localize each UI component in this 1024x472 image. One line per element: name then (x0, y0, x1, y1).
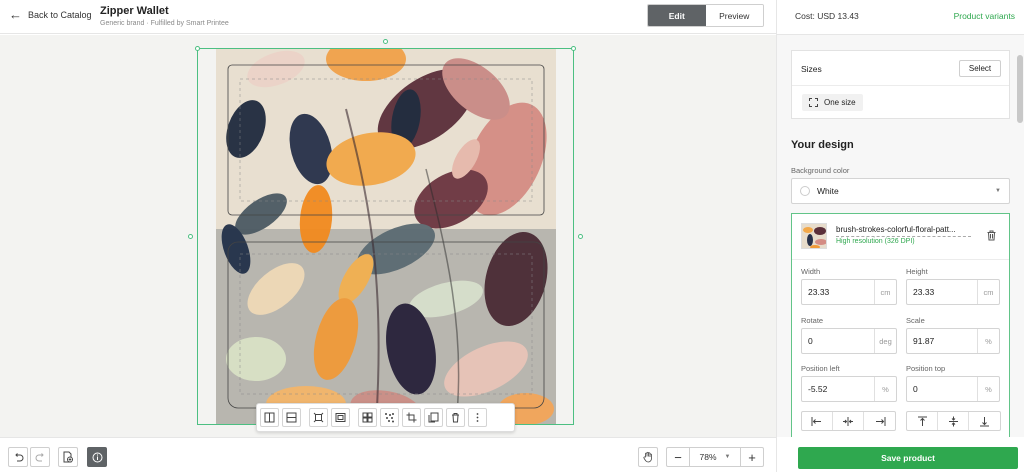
chevron-down-icon: ▼ (995, 188, 1001, 194)
crop-icon[interactable] (402, 408, 421, 427)
height-field[interactable]: 23.33 cm (906, 279, 1000, 305)
back-to-catalog-link[interactable]: ← Back to Catalog (9, 7, 92, 22)
zoom-control: − 78% ▼ + (666, 447, 764, 467)
product-variants-link[interactable]: Product variants (954, 11, 1015, 21)
width-field[interactable]: 23.33 cm (801, 279, 897, 305)
scale-unit: % (977, 329, 999, 353)
layer-file-name[interactable]: brush-strokes-colorful-floral-patt... (836, 225, 956, 234)
expand-icon (809, 98, 818, 107)
position-left-value: -5.52 (808, 384, 828, 394)
background-color-value: White (817, 186, 839, 196)
tab-edit[interactable]: Edit (648, 5, 706, 26)
chevron-down-icon: ▼ (724, 454, 731, 460)
sizes-label: Sizes (801, 64, 822, 74)
sizes-section: Sizes Select One size (791, 50, 1010, 119)
file-name-underline (836, 236, 971, 237)
settings-panel: Cost: USD 13.43 Product variants Sizes S… (776, 0, 1024, 472)
layer-thumbnail (801, 223, 827, 249)
fit-frame-icon[interactable] (331, 408, 350, 427)
scale-field[interactable]: 91.87 % (906, 328, 1000, 354)
rotate-handle[interactable] (383, 39, 388, 44)
size-chip-label: One size (824, 98, 856, 107)
horizontal-align-group (801, 411, 896, 431)
design-canvas[interactable] (0, 35, 776, 437)
fit-width-icon[interactable] (309, 408, 328, 427)
split-horizontal-icon[interactable] (282, 408, 301, 427)
position-top-field[interactable]: 0 % (906, 376, 1000, 402)
layer-card: brush-strokes-colorful-floral-patt... Hi… (791, 213, 1010, 437)
print-area[interactable] (216, 49, 556, 425)
floral-pattern-artwork (216, 49, 556, 425)
position-top-label: Position top (906, 364, 946, 373)
width-label: Width (801, 267, 821, 276)
scale-label: Scale (906, 316, 925, 325)
height-value: 23.33 (913, 287, 935, 297)
resize-handle-top-left[interactable] (195, 46, 200, 51)
rotate-field[interactable]: 0 deg (801, 328, 897, 354)
align-center-horizontal-icon[interactable] (833, 412, 864, 430)
zoom-out-button[interactable]: − (667, 448, 689, 466)
align-right-icon[interactable] (864, 412, 895, 430)
redo-icon[interactable] (30, 447, 50, 467)
resize-handle-right[interactable] (578, 234, 583, 239)
your-design-title: Your design (791, 139, 854, 151)
arrow-left-icon: ← (9, 7, 22, 22)
zoom-in-button[interactable]: + (741, 448, 763, 466)
position-left-unit: % (874, 377, 896, 401)
tab-preview[interactable]: Preview (705, 5, 763, 26)
more-icon[interactable] (468, 408, 487, 427)
position-left-field[interactable]: -5.52 % (801, 376, 897, 402)
resolution-badge: High resolution (326 DPI) (836, 238, 915, 245)
zoom-value: 78% (699, 452, 717, 462)
align-center-vertical-icon[interactable] (938, 412, 969, 430)
align-left-icon[interactable] (802, 412, 833, 430)
product-subtitle: Generic brand · Fulfilled by Smart Print… (100, 20, 229, 27)
divider (792, 259, 1009, 260)
color-swatch (800, 186, 810, 196)
resize-handle-left[interactable] (188, 234, 193, 239)
delete-icon[interactable] (446, 408, 465, 427)
scrollbar-thumb[interactable] (1017, 55, 1023, 123)
rotate-unit: deg (874, 329, 896, 353)
position-top-value: 0 (913, 384, 918, 394)
scatter-icon[interactable] (380, 408, 399, 427)
select-sizes-button[interactable]: Select (959, 60, 1001, 77)
info-icon[interactable] (87, 447, 107, 467)
delete-layer-icon[interactable] (986, 230, 997, 244)
save-product-button[interactable]: Save product (798, 447, 1018, 469)
height-unit: cm (977, 280, 999, 304)
rotate-value: 0 (808, 336, 813, 346)
divider (792, 85, 1009, 86)
undo-icon[interactable] (8, 447, 28, 467)
background-color-label: Background color (791, 166, 850, 175)
panel-scroll-area[interactable]: Sizes Select One size Your design Backgr… (777, 35, 1024, 437)
width-unit: cm (874, 280, 896, 304)
position-left-label: Position left (801, 364, 840, 373)
product-title-block: Zipper Wallet Generic brand · Fulfilled … (100, 5, 229, 27)
product-title: Zipper Wallet (100, 5, 169, 17)
back-label: Back to Catalog (28, 10, 92, 20)
vertical-align-group (906, 411, 1001, 431)
hand-pan-icon[interactable] (638, 447, 658, 467)
split-vertical-icon[interactable] (260, 408, 279, 427)
rotate-label: Rotate (801, 316, 824, 325)
product-cost: Cost: USD 13.43 (795, 11, 859, 21)
editor-header: ← Back to Catalog Zipper Wallet Generic … (0, 0, 776, 34)
size-chip[interactable]: One size (802, 94, 863, 111)
height-label: Height (906, 267, 928, 276)
background-color-select[interactable]: White ▼ (791, 178, 1010, 204)
layers-icon[interactable] (58, 447, 78, 467)
duplicate-icon[interactable] (424, 408, 443, 427)
width-value: 23.33 (808, 287, 830, 297)
align-bottom-icon[interactable] (969, 412, 1000, 430)
zoom-select[interactable]: 78% ▼ (689, 448, 741, 466)
resize-handle-top-right[interactable] (571, 46, 576, 51)
scale-value: 91.87 (913, 336, 935, 346)
bottom-bar: − 78% ▼ + (0, 437, 776, 472)
position-top-unit: % (977, 377, 999, 401)
layer-toolbar (256, 403, 515, 432)
align-top-icon[interactable] (907, 412, 938, 430)
mode-switch: Edit Preview (647, 4, 764, 27)
pattern-grid-icon[interactable] (358, 408, 377, 427)
